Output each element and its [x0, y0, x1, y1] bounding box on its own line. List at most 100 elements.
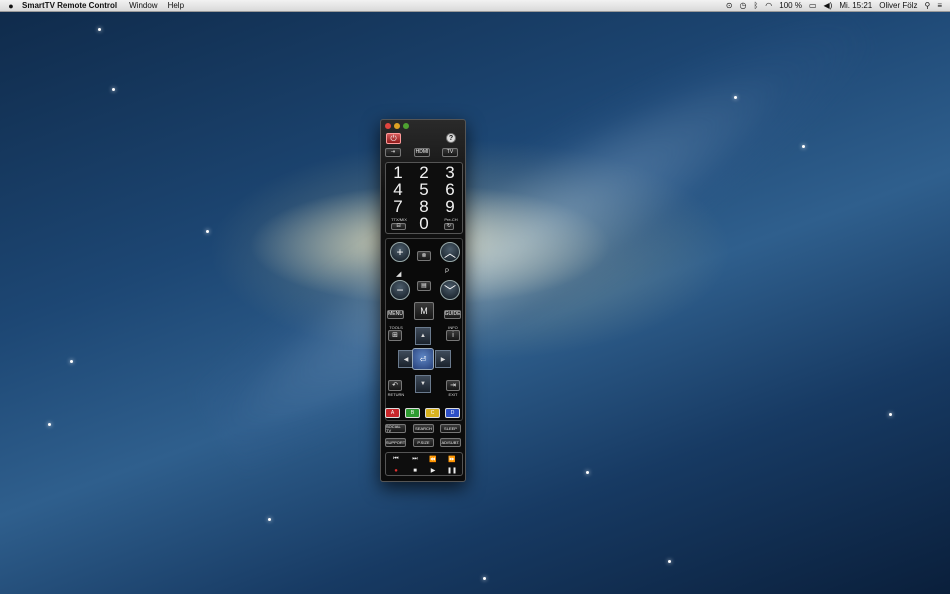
num-4-button[interactable]: 4: [389, 181, 407, 198]
rewind-button[interactable]: ⏮: [390, 455, 402, 464]
menu-window[interactable]: Window: [129, 1, 157, 10]
star: [70, 360, 73, 363]
down-button[interactable]: ▼: [415, 375, 431, 393]
exit-button[interactable]: ⇥: [446, 380, 460, 391]
volume-down-button[interactable]: −: [390, 280, 410, 300]
chevron-down-icon: ﹀: [443, 283, 456, 298]
menu-help[interactable]: Help: [168, 1, 184, 10]
power-button[interactable]: ⏻: [386, 133, 401, 144]
wifi-icon[interactable]: ◠: [765, 1, 772, 10]
apple-icon[interactable]: ●: [6, 1, 16, 11]
stop-button[interactable]: ■: [409, 466, 421, 475]
mute-button[interactable]: ⊗: [417, 251, 431, 261]
clock[interactable]: Mi. 15:21: [839, 1, 872, 10]
num-3-button[interactable]: 3: [441, 164, 459, 181]
green-b-button[interactable]: B: [405, 408, 420, 418]
tools-button[interactable]: ⊞: [388, 330, 402, 341]
ttx-mix-button[interactable]: ⊟: [391, 223, 406, 230]
fast-forward-button[interactable]: ⏩: [446, 455, 458, 464]
num-9-button[interactable]: 9: [441, 198, 459, 215]
right-button[interactable]: ▶: [435, 350, 451, 368]
zoom-button[interactable]: [403, 123, 409, 129]
app-menu[interactable]: SmartTV Remote Control: [22, 1, 117, 10]
return-button[interactable]: ↶: [388, 380, 402, 391]
red-a-button[interactable]: A: [385, 408, 400, 418]
sync-icon[interactable]: ⊙: [726, 1, 733, 10]
support-button[interactable]: SUPPORT: [385, 438, 406, 447]
prech-icon: ↻: [446, 223, 452, 229]
search-button[interactable]: SEARCH: [413, 424, 434, 433]
bluetooth-icon[interactable]: ᛒ: [753, 1, 758, 10]
pause-icon: ❚❚: [446, 468, 458, 474]
star: [586, 471, 589, 474]
record-button[interactable]: ●: [390, 466, 402, 475]
battery-percent[interactable]: 100 %: [779, 1, 802, 10]
social-tv-button[interactable]: SOCIAL TV: [385, 424, 406, 433]
ok-button[interactable]: ⏎: [412, 348, 434, 370]
num-1-button[interactable]: 1: [389, 164, 407, 181]
ad-subt-button[interactable]: AD/SUBT.: [440, 438, 461, 447]
help-button[interactable]: ?: [446, 133, 456, 143]
num-5-button[interactable]: 5: [415, 181, 433, 198]
fast-rewind-button[interactable]: ⏪: [427, 455, 439, 464]
num-6-button[interactable]: 6: [441, 181, 459, 198]
wallpaper-galaxy: [175, 0, 905, 500]
minus-icon: −: [396, 283, 404, 297]
stop-icon: ■: [413, 467, 417, 474]
notification-center-icon[interactable]: ≡: [937, 1, 942, 10]
forward-icon: ⏭: [412, 456, 418, 462]
chevron-up-icon: ︿: [443, 245, 456, 260]
num-7-button[interactable]: 7: [389, 198, 407, 215]
prech-label: Pre-CH: [444, 217, 458, 222]
return-label: RETURN: [387, 392, 405, 397]
forward-button[interactable]: ⏭: [409, 455, 421, 464]
volume-up-button[interactable]: +: [390, 242, 410, 262]
user-name[interactable]: Oliver Fölz: [879, 1, 917, 10]
time-machine-icon[interactable]: ◷: [739, 1, 746, 10]
plus-icon: +: [396, 245, 404, 259]
channel-list-button[interactable]: ▤: [417, 281, 431, 291]
play-button[interactable]: ▶: [427, 466, 439, 475]
star: [668, 560, 671, 563]
control-panel: + − ◢ ⊗ ▤ ︿ ﹀ P MENU M GUIDE TOOLS ⊞ INF…: [385, 238, 463, 421]
prech-button[interactable]: ↻: [444, 223, 454, 230]
yellow-c-button[interactable]: C: [425, 408, 440, 418]
smart-hub-button[interactable]: M: [414, 302, 434, 320]
tv-button[interactable]: TV: [442, 148, 458, 157]
arrow-left-icon: ◀: [403, 356, 409, 363]
star: [483, 577, 486, 580]
num-2-button[interactable]: 2: [415, 164, 433, 181]
p-size-button[interactable]: P.SIZE: [413, 438, 434, 447]
channel-down-button[interactable]: ﹀: [440, 280, 460, 300]
exit-icon: ⇥: [450, 382, 456, 389]
fast-forward-icon: ⏩: [448, 457, 456, 463]
arrow-right-icon: ▶: [440, 356, 446, 363]
minimize-button[interactable]: [394, 123, 400, 129]
close-button[interactable]: [385, 123, 391, 129]
arrow-down-icon: ▼: [420, 381, 426, 387]
battery-icon[interactable]: ▭: [809, 1, 817, 10]
blue-d-button[interactable]: D: [445, 408, 460, 418]
fast-rewind-icon: ⏪: [429, 457, 437, 463]
guide-button[interactable]: GUIDE: [444, 310, 461, 319]
spotlight-search-icon[interactable]: ⚲: [924, 1, 930, 10]
source-button[interactable]: ⇥: [385, 148, 401, 157]
power-icon: ⏻: [390, 133, 397, 143]
pause-button[interactable]: ❚❚: [446, 466, 458, 475]
up-button[interactable]: ▲: [415, 327, 431, 345]
menu-button[interactable]: MENU: [387, 310, 404, 319]
num-8-button[interactable]: 8: [415, 198, 433, 215]
sleep-button[interactable]: SLEEP: [440, 424, 461, 433]
status-area: ⊙ ◷ ᛒ ◠ 100 % ▭ ◀) Mi. 15:21 Oliver Fölz…: [726, 1, 950, 10]
play-icon: ▶: [430, 468, 436, 474]
star: [734, 96, 737, 99]
mute-icon: ⊗: [421, 253, 427, 259]
num-0-button[interactable]: 0: [415, 215, 433, 232]
star: [802, 145, 805, 148]
info-icon: i: [452, 332, 454, 339]
info-button[interactable]: i: [446, 330, 460, 341]
channel-label: P: [445, 269, 450, 275]
volume-icon[interactable]: ◀): [824, 1, 833, 10]
channel-up-button[interactable]: ︿: [440, 242, 460, 262]
hdmi-button[interactable]: HDMI: [414, 148, 430, 157]
